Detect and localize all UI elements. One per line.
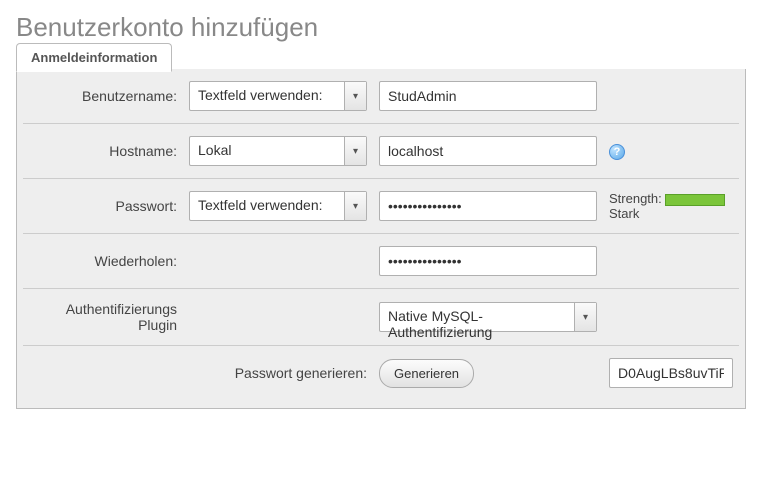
strength-label: Strength:	[609, 191, 662, 206]
chevron-down-icon: ▾	[344, 82, 366, 110]
auth-plugin-label: Authentifizierungs Plugin	[23, 289, 183, 346]
generate-button[interactable]: Generieren	[379, 359, 474, 388]
row-username: Benutzername: Textfeld verwenden: ▾	[23, 69, 739, 124]
password-mode-select-text: Textfeld verwenden:	[190, 192, 344, 220]
login-info-fieldset: Anmeldeinformation Benutzername: Textfel…	[16, 69, 746, 409]
generate-label: Passwort generieren:	[23, 346, 373, 401]
hostname-input[interactable]	[379, 136, 597, 166]
row-hostname: Hostname: Lokal ▾ ?	[23, 124, 739, 179]
repeat-password-input[interactable]	[379, 246, 597, 276]
hostname-mode-select[interactable]: Lokal ▾	[189, 136, 367, 166]
chevron-down-icon: ▾	[574, 303, 596, 331]
password-input[interactable]	[379, 191, 597, 221]
password-label: Passwort:	[23, 179, 183, 234]
row-repeat: Wiederholen:	[23, 234, 739, 289]
password-strength: Strength: Stark	[603, 179, 739, 234]
strength-bar-icon	[665, 194, 725, 206]
strength-text: Stark	[609, 206, 639, 221]
username-mode-select[interactable]: Textfeld verwenden: ▾	[189, 81, 367, 111]
auth-plugin-select-text: Native MySQL-Authentifizierung	[380, 303, 574, 331]
repeat-label: Wiederholen:	[23, 234, 183, 289]
auth-plugin-select[interactable]: Native MySQL-Authentifizierung ▾	[379, 302, 597, 332]
password-mode-select[interactable]: Textfeld verwenden: ▾	[189, 191, 367, 221]
row-auth-plugin: Authentifizierungs Plugin Native MySQL-A…	[23, 289, 739, 346]
username-input[interactable]	[379, 81, 597, 111]
chevron-down-icon: ▾	[344, 192, 366, 220]
hostname-mode-select-text: Lokal	[190, 137, 344, 165]
username-label: Benutzername:	[23, 69, 183, 124]
username-mode-select-text: Textfeld verwenden:	[190, 82, 344, 110]
page-title: Benutzerkonto hinzufügen	[16, 12, 746, 43]
fieldset-legend: Anmeldeinformation	[16, 43, 172, 72]
chevron-down-icon: ▾	[344, 137, 366, 165]
hostname-label: Hostname:	[23, 124, 183, 179]
row-password: Passwort: Textfeld verwenden: ▾ Strength…	[23, 179, 739, 234]
generated-password-output[interactable]	[609, 358, 733, 388]
help-icon[interactable]: ?	[609, 144, 625, 160]
row-generate: Passwort generieren: Generieren	[23, 346, 739, 401]
